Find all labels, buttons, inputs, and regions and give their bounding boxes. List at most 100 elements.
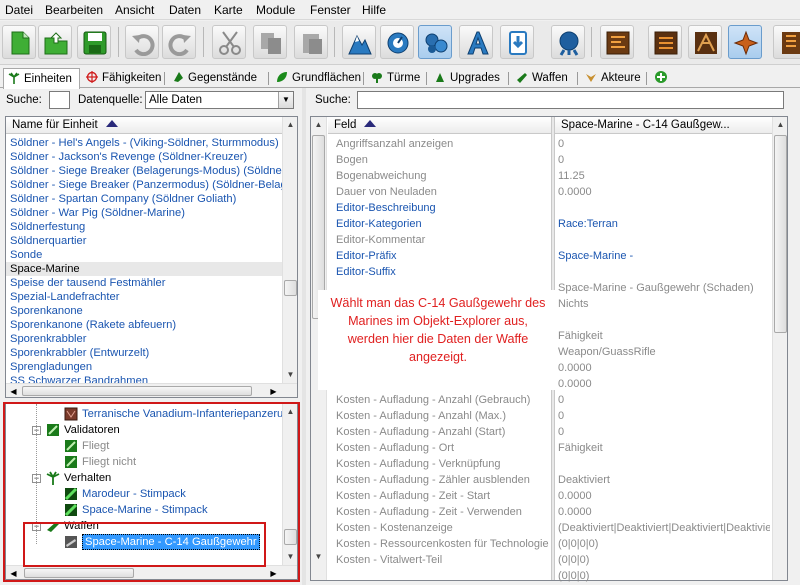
text-icon[interactable] [459, 25, 493, 59]
scroll-down-icon[interactable]: ▼ [311, 549, 326, 565]
tab-upgrades[interactable]: Upgrades [430, 68, 504, 88]
tab-einheiten[interactable]: Einheiten [3, 68, 80, 89]
left-search-input[interactable] [49, 91, 70, 109]
tree-item[interactable]: Waffen [64, 518, 99, 534]
property-value[interactable]: Fähigkeit [558, 328, 770, 344]
tab-akteure[interactable]: Akteure [581, 68, 645, 88]
property-value[interactable]: 0 [558, 152, 770, 168]
property-value[interactable]: 0 [558, 408, 770, 424]
property-value[interactable]: 0 [558, 392, 770, 408]
tree-item[interactable]: Verhalten [64, 470, 111, 486]
property-value[interactable] [558, 264, 770, 280]
panel-splitter[interactable] [302, 88, 306, 585]
property-value[interactable]: 0 [558, 136, 770, 152]
property-field[interactable]: Kosten - Kostenanzeige [336, 520, 453, 536]
property-value[interactable]: Weapon/GuassRifle [558, 344, 770, 360]
property-value[interactable]: 0 [558, 424, 770, 440]
property-value[interactable]: Space-Marine - Gaußgewehr (Schaden) [558, 280, 770, 296]
scroll-left-icon[interactable]: ◀ [6, 384, 21, 397]
property-field[interactable]: Kosten - Aufladung - Zeit - Verwenden [336, 504, 522, 520]
extra-icon[interactable] [773, 25, 800, 59]
property-field[interactable]: Angriffsanzahl anzeigen [336, 136, 453, 152]
property-value[interactable]: Space-Marine - [558, 248, 770, 264]
scroll-up-icon[interactable]: ▲ [283, 404, 297, 420]
property-value[interactable] [558, 312, 770, 328]
unit-list-scrollbar[interactable]: ▲ ▼ [282, 117, 297, 383]
unit-list-item[interactable]: Sporenkanone [10, 304, 282, 318]
property-field[interactable]: Kosten - Aufladung - Anzahl (Gebrauch) [336, 392, 530, 408]
menu-module[interactable]: Module [256, 3, 295, 17]
undo-icon[interactable] [125, 25, 159, 59]
data-icon[interactable] [418, 25, 452, 59]
menu-karte[interactable]: Karte [214, 3, 243, 17]
unit-list-item[interactable]: Sporenkrabbler (Entwurzelt) [10, 346, 282, 360]
property-value[interactable]: Nichts [558, 296, 770, 312]
tree-item-selected[interactable]: Space-Marine - C-14 Gaußgewehr [82, 534, 260, 550]
tab-gegenstaende[interactable]: Gegenstände [168, 68, 261, 88]
new-file-icon[interactable] [2, 25, 36, 59]
property-field[interactable]: Bogen [336, 152, 368, 168]
property-value[interactable]: (0|0|0|0) [558, 536, 770, 552]
property-value[interactable]: 0.0000 [558, 488, 770, 504]
tree-item[interactable]: Validatoren [64, 422, 120, 438]
scroll-down-icon[interactable]: ▼ [283, 367, 297, 383]
property-field[interactable]: Kosten - Aufladung - Zeit - Start [336, 488, 490, 504]
property-value[interactable]: 0.0000 [558, 360, 770, 376]
cutscene-icon[interactable] [600, 25, 634, 59]
scroll-thumb[interactable] [284, 529, 297, 545]
redo-icon[interactable] [162, 25, 196, 59]
unit-name-column-header[interactable]: Name für Einheit [6, 117, 282, 134]
triggers-icon[interactable] [380, 25, 414, 59]
unit-list-item[interactable]: Sprengladungen [10, 360, 282, 374]
tree-item[interactable]: Marodeur - Stimpack [82, 486, 186, 502]
property-value[interactable]: (0|0|0) [558, 552, 770, 568]
property-value[interactable] [558, 232, 770, 248]
menu-datei[interactable]: Datei [5, 3, 33, 17]
scroll-left-icon[interactable]: ◀ [6, 566, 21, 579]
scroll-right-icon[interactable]: ▶ [266, 384, 281, 397]
unit-list-hscrollbar[interactable]: ◀ ▶ [6, 383, 297, 397]
save-icon[interactable] [77, 25, 111, 59]
layout-icon[interactable] [648, 25, 682, 59]
menu-fenster[interactable]: Fenster [310, 3, 351, 17]
scroll-up-icon[interactable]: ▲ [283, 117, 297, 133]
field-column-header[interactable]: Feld [328, 117, 551, 134]
unit-list-item[interactable]: Sporenkanone (Rakete abfeuern) [10, 318, 282, 332]
tree-item[interactable]: Fliegt [82, 438, 109, 454]
unit-list-item[interactable]: Söldner - Siege Breaker (Belagerungs-Mod… [10, 164, 297, 178]
property-field[interactable]: Kosten - Aufladung - Anzahl (Start) [336, 424, 505, 440]
property-field[interactable]: Editor-Suffix [336, 264, 396, 280]
property-value[interactable]: Race:Terran [558, 216, 770, 232]
tree-item[interactable]: Terranische Vanadium-Infanteriepanzerung [82, 406, 296, 422]
menu-bearbeiten[interactable]: Bearbeiten [45, 3, 103, 17]
property-value[interactable]: (Deaktiviert|Deaktiviert|Deaktiviert|Dea… [558, 520, 770, 536]
property-field[interactable]: Editor-Präfix [336, 248, 397, 264]
unit-list-item[interactable]: Söldnerquartier [10, 234, 282, 248]
open-file-icon[interactable] [38, 25, 72, 59]
tab-tuerme[interactable]: Türme [367, 68, 424, 88]
tree-item[interactable]: Fliegt nicht [82, 454, 136, 470]
property-value[interactable]: 0.0000 [558, 376, 770, 392]
tab-grundflaechen[interactable]: Grundflächen [272, 68, 365, 88]
property-value[interactable]: Fähigkeit [558, 440, 770, 456]
ai-icon[interactable] [551, 25, 585, 59]
unit-list-item[interactable]: Speise der tausend Festmähler [10, 276, 282, 290]
unit-list-item[interactable]: Söldnerfestung [10, 220, 282, 234]
scroll-thumb[interactable] [284, 280, 297, 296]
property-field[interactable]: Kosten - Vitalwert-Teil [336, 552, 442, 568]
paste-icon[interactable] [294, 25, 328, 59]
scroll-right-icon[interactable]: ▶ [266, 566, 281, 579]
tab-faehigkeiten[interactable]: Fähigkeiten [82, 68, 165, 88]
property-field[interactable]: Kosten - Aufladung - Anzahl (Max.) [336, 408, 506, 424]
scroll-thumb[interactable] [774, 135, 787, 333]
tree-hscrollbar[interactable]: ◀ ▶ [6, 565, 297, 579]
scroll-up-icon[interactable]: ▲ [311, 117, 326, 133]
unit-list-item[interactable]: Söldner - Spartan Company (Söldner Golia… [10, 192, 282, 206]
scroll-down-icon[interactable]: ▼ [283, 549, 297, 565]
value-scrollbar[interactable]: ▲ [772, 117, 787, 580]
abilities-icon[interactable] [728, 25, 762, 59]
menu-hilfe[interactable]: Hilfe [362, 3, 386, 17]
property-field[interactable]: Bogenabweichung [336, 168, 427, 184]
hscroll-thumb[interactable] [24, 568, 134, 578]
unit-list-item[interactable]: Sonde [10, 248, 282, 262]
